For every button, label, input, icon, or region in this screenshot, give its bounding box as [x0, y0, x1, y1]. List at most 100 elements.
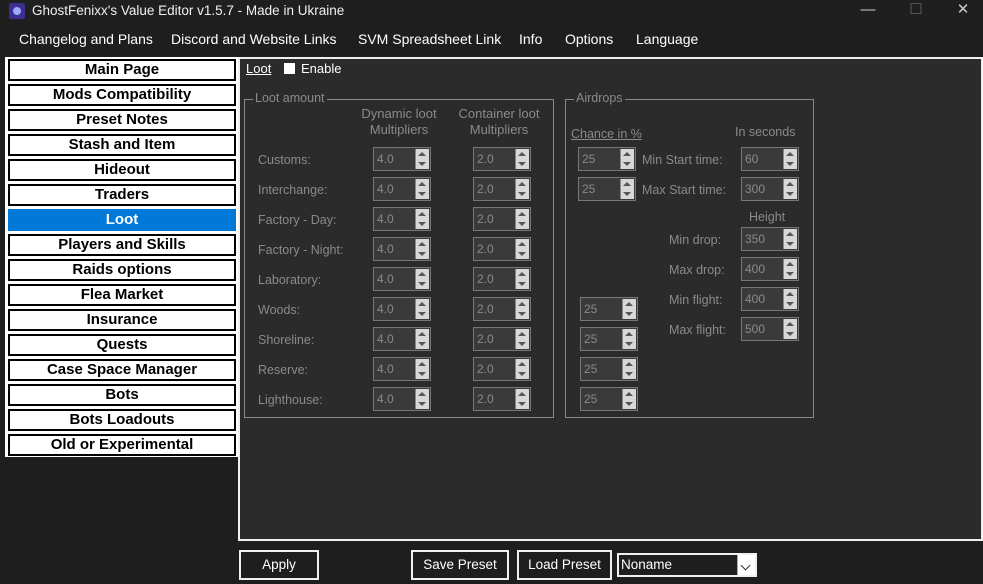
airdrop-chance-value-6: 25: [584, 392, 598, 406]
preset-dropdown[interactable]: Noname: [617, 553, 757, 577]
max-drop-spinner[interactable]: 400: [741, 257, 799, 281]
laboratory-container-spinner[interactable]: 2.0: [473, 267, 531, 291]
interchange-container-value: 2.0: [477, 182, 494, 196]
maximize-button[interactable]: ☐: [893, 0, 939, 22]
sidebar-item-old-or-experimental[interactable]: Old or Experimental: [8, 434, 236, 456]
max-drop-value: 400: [745, 262, 766, 276]
seconds-header: In seconds: [735, 125, 796, 139]
customs-dynamic-spinner[interactable]: 4.0: [373, 147, 431, 171]
apply-button[interactable]: Apply: [239, 550, 319, 580]
max-start-time-spinner[interactable]: 300: [741, 177, 799, 201]
sidebar-item-bots-loadouts[interactable]: Bots Loadouts: [8, 409, 236, 431]
min-start-time-spinner[interactable]: 60: [741, 147, 799, 171]
container-loot-header-line1: Container loot: [458, 106, 540, 121]
sidebar-item-quests[interactable]: Quests: [8, 334, 236, 356]
woods-container-value: 2.0: [477, 302, 494, 316]
max-start-time-label: Max Start time:: [642, 183, 727, 197]
laboratory-dynamic-spinner[interactable]: 4.0: [373, 267, 431, 291]
menu-spreadsheet[interactable]: SVM Spreadsheet Link: [358, 31, 501, 47]
menu-options[interactable]: Options: [565, 31, 613, 47]
max-flight-label: Max flight:: [669, 323, 726, 337]
shoreline-dynamic-spinner[interactable]: 4.0: [373, 327, 431, 351]
sidebar-item-case-space-manager[interactable]: Case Space Manager: [8, 359, 236, 381]
reserve-dynamic-value: 4.0: [377, 362, 394, 376]
loot-amount-group: Loot amount Dynamic loot Multipliers Con…: [244, 91, 557, 418]
airdrop-chance-spinner-1[interactable]: 25: [578, 147, 636, 171]
sidebar-item-hideout[interactable]: Hideout: [8, 159, 236, 181]
menu-info[interactable]: Info: [519, 31, 542, 47]
sidebar-item-mods-compatibility[interactable]: Mods Compatibility: [8, 84, 236, 106]
sidebar-item-players-and-skills[interactable]: Players and Skills: [8, 234, 236, 256]
airdrop-chance-spinner-4[interactable]: 25: [580, 327, 638, 351]
sidebar-item-preset-notes[interactable]: Preset Notes: [8, 109, 236, 131]
factory-day-dynamic-spinner[interactable]: 4.0: [373, 207, 431, 231]
loot-panel: Loot Enable Loot amount Dynamic loot Mul…: [238, 57, 983, 541]
tab-loot[interactable]: Loot: [246, 61, 271, 76]
menu-language[interactable]: Language: [636, 31, 698, 47]
min-drop-spinner[interactable]: 350: [741, 227, 799, 251]
factory-night-dynamic-spinner[interactable]: 4.0: [373, 237, 431, 261]
max-start-time-value: 300: [745, 182, 766, 196]
airdrop-chance-spinner-3[interactable]: 25: [580, 297, 638, 321]
lighthouse-container-value: 2.0: [477, 392, 494, 406]
enable-label: Enable: [301, 61, 342, 76]
close-button[interactable]: ✕: [940, 0, 983, 22]
shoreline-container-spinner[interactable]: 2.0: [473, 327, 531, 351]
max-flight-spinner[interactable]: 500: [741, 317, 799, 341]
lighthouse-dynamic-spinner[interactable]: 4.0: [373, 387, 431, 411]
airdrop-chance-spinner-5[interactable]: 25: [580, 357, 638, 381]
lighthouse-container-spinner[interactable]: 2.0: [473, 387, 531, 411]
factory-day-container-value: 2.0: [477, 212, 494, 226]
sidebar-item-bots[interactable]: Bots: [8, 384, 236, 406]
woods-container-spinner[interactable]: 2.0: [473, 297, 531, 321]
container-loot-header: Container loot Multipliers: [441, 106, 557, 138]
sidebar: Main Page Mods Compatibility Preset Note…: [5, 57, 239, 457]
sidebar-item-insurance[interactable]: Insurance: [8, 309, 236, 331]
dynamic-loot-header-line2: Multipliers: [369, 122, 429, 137]
load-preset-button[interactable]: Load Preset: [517, 550, 612, 580]
map-label-customs: Customs:: [258, 153, 311, 167]
title-bar: GhostFenixx's Value Editor v1.5.7 - Made…: [0, 0, 983, 22]
min-flight-spinner[interactable]: 400: [741, 287, 799, 311]
airdrops-group: Airdrops Chance in % In seconds Height 2…: [565, 91, 814, 418]
save-preset-button[interactable]: Save Preset: [411, 550, 509, 580]
enable-checkbox[interactable]: [284, 63, 295, 74]
dynamic-loot-header-line1: Dynamic loot: [361, 106, 437, 121]
sidebar-item-main-page[interactable]: Main Page: [8, 59, 236, 81]
shoreline-container-value: 2.0: [477, 332, 494, 346]
map-label-woods: Woods:: [258, 303, 301, 317]
airdrop-chance-spinner-2[interactable]: 25: [578, 177, 636, 201]
laboratory-dynamic-value: 4.0: [377, 272, 394, 286]
lighthouse-dynamic-value: 4.0: [377, 392, 394, 406]
sidebar-item-traders[interactable]: Traders: [8, 184, 236, 206]
laboratory-container-value: 2.0: [477, 272, 494, 286]
sidebar-item-raids-options[interactable]: Raids options: [8, 259, 236, 281]
airdrop-chance-value-5: 25: [584, 362, 598, 376]
sidebar-item-stash-and-item[interactable]: Stash and Item: [8, 134, 236, 156]
interchange-dynamic-value: 4.0: [377, 182, 394, 196]
minimize-button[interactable]: —: [845, 0, 891, 22]
chevron-down-icon[interactable]: [737, 555, 755, 575]
factory-night-container-value: 2.0: [477, 242, 494, 256]
factory-day-container-spinner[interactable]: 2.0: [473, 207, 531, 231]
factory-night-container-spinner[interactable]: 2.0: [473, 237, 531, 261]
reserve-container-spinner[interactable]: 2.0: [473, 357, 531, 381]
shoreline-dynamic-value: 4.0: [377, 332, 394, 346]
min-flight-label: Min flight:: [669, 293, 723, 307]
airdrop-chance-spinner-6[interactable]: 25: [580, 387, 638, 411]
factory-day-dynamic-value: 4.0: [377, 212, 394, 226]
reserve-dynamic-spinner[interactable]: 4.0: [373, 357, 431, 381]
sidebar-item-loot[interactable]: Loot: [8, 209, 236, 231]
woods-dynamic-spinner[interactable]: 4.0: [373, 297, 431, 321]
menu-changelog[interactable]: Changelog and Plans: [19, 31, 153, 47]
menu-bar: Changelog and Plans Discord and Website …: [0, 25, 983, 55]
interchange-container-spinner[interactable]: 2.0: [473, 177, 531, 201]
customs-container-value: 2.0: [477, 152, 494, 166]
map-label-laboratory: Laboratory:: [258, 273, 322, 287]
customs-container-spinner[interactable]: 2.0: [473, 147, 531, 171]
max-flight-value: 500: [745, 322, 766, 336]
menu-discord[interactable]: Discord and Website Links: [171, 31, 336, 47]
interchange-dynamic-spinner[interactable]: 4.0: [373, 177, 431, 201]
app-logo-icon: [9, 3, 25, 19]
sidebar-item-flea-market[interactable]: Flea Market: [8, 284, 236, 306]
